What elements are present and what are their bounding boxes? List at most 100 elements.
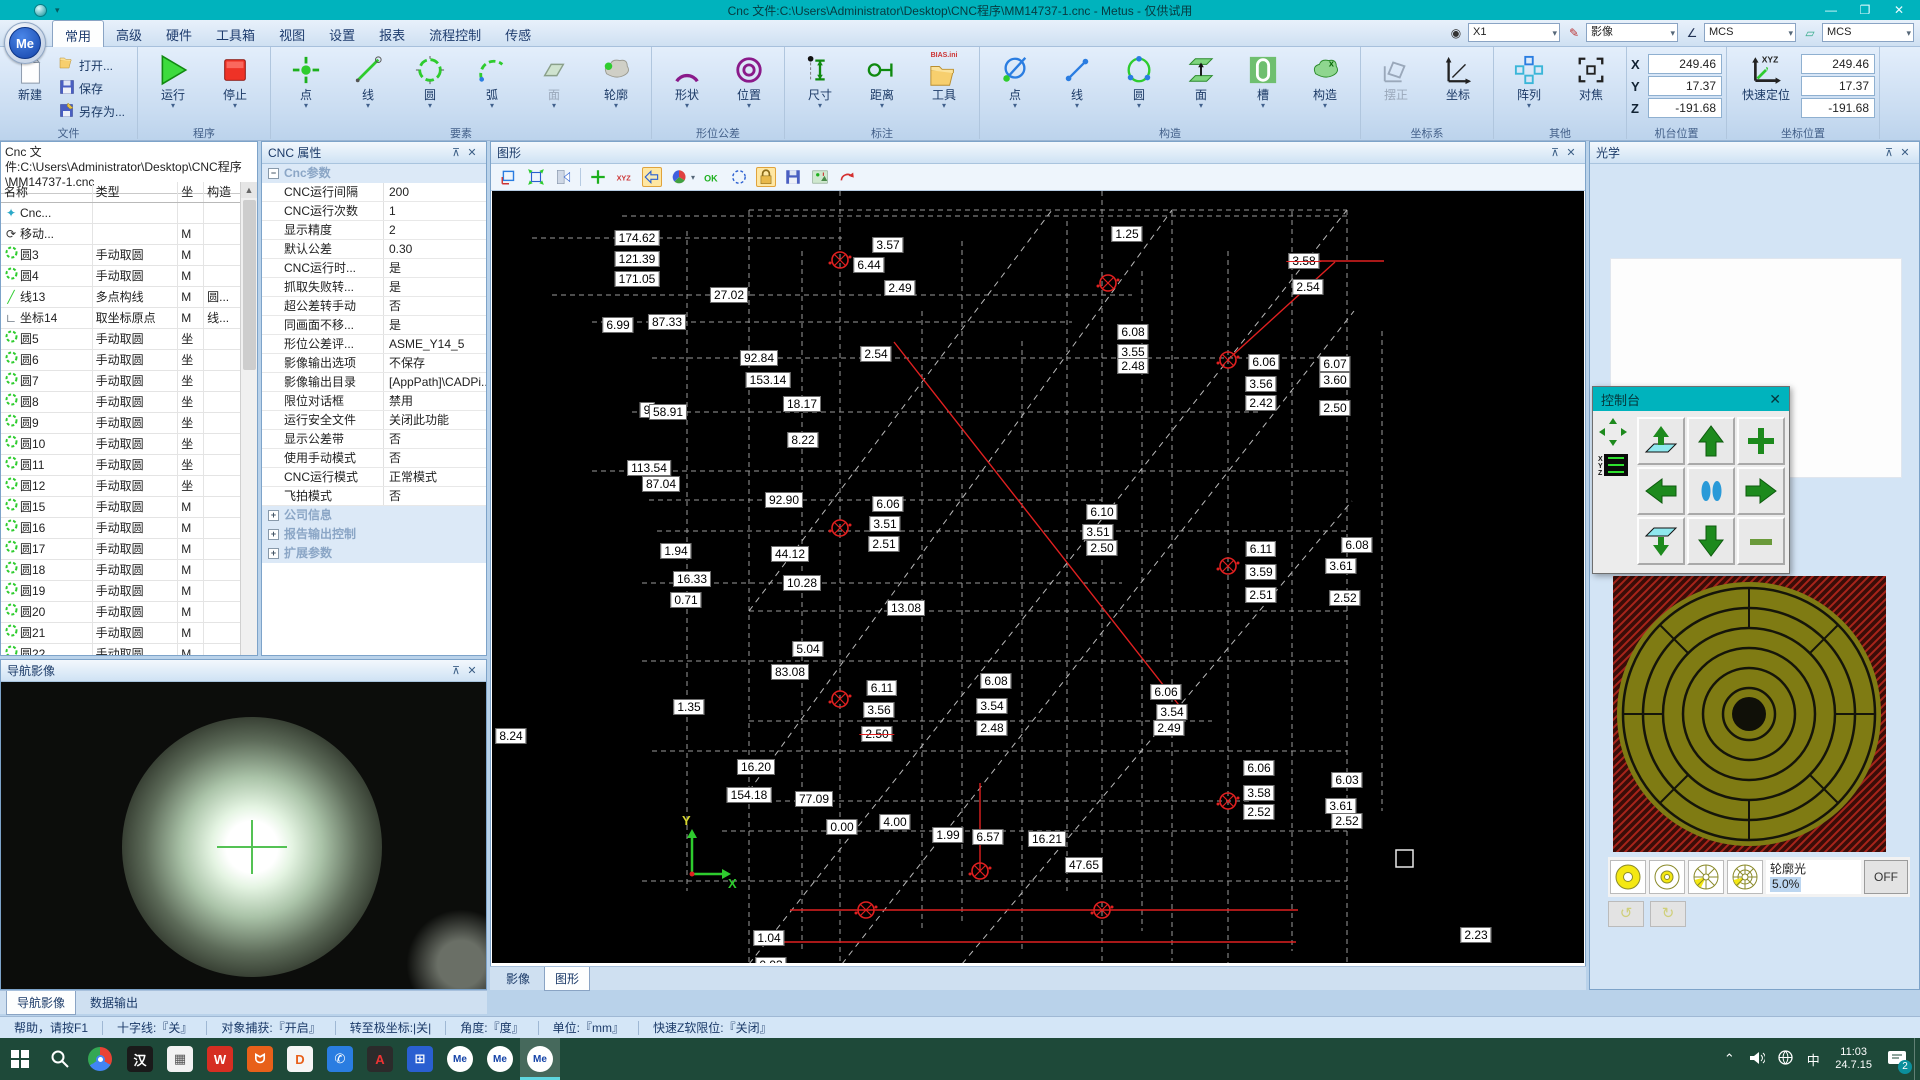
section-报告输出控制[interactable]: +报告输出控制 [262, 525, 486, 544]
table-row[interactable]: ✦Cnc... [1, 203, 240, 224]
toolbar-lock-icon[interactable] [756, 167, 776, 187]
taskbar-chrome-icon[interactable] [80, 1038, 120, 1080]
quick-combo-4[interactable]: ▱MCS [1802, 23, 1914, 42]
ribbon-button-圆[interactable]: 圆▾ [1108, 50, 1170, 110]
pin-icon[interactable]: ⊼ [448, 146, 464, 159]
dropdown-arrow-icon[interactable]: ▾ [984, 102, 1046, 110]
ring-light-inner-button[interactable] [1649, 860, 1685, 894]
table-row[interactable]: 圆6手动取圆坐 [1, 350, 240, 371]
toolbar-xyztxt-icon[interactable]: XYZ [615, 167, 635, 187]
dropdown-arrow-icon[interactable]: ▾ [1498, 102, 1560, 110]
property-row[interactable]: CNC运行时...是 [262, 259, 486, 278]
toolbar-dcircle-icon[interactable] [729, 167, 749, 187]
ribbon-button-对焦[interactable]: 对焦 [1560, 50, 1622, 102]
network-globe-icon[interactable] [1771, 1050, 1799, 1068]
app-menu-button[interactable]: Me [4, 22, 46, 64]
combo-value[interactable]: MCS [1822, 23, 1914, 42]
ribbon-tab-3[interactable]: 硬件 [154, 20, 204, 48]
property-row[interactable]: 飞拍模式否 [262, 487, 486, 506]
ribbon-button-摆正[interactable]: 摆正 [1365, 50, 1427, 102]
column-header-4[interactable]: 构造 [204, 182, 240, 202]
jog-z-up-button[interactable] [1637, 417, 1685, 465]
ribbon-button-弧[interactable]: 弧▾ [461, 50, 523, 110]
ribbon-button-面[interactable]: 面▾ [523, 50, 585, 110]
show-desktop-button[interactable] [1914, 1038, 1920, 1080]
table-row[interactable]: 圆8手动取圆坐 [1, 392, 240, 413]
table-row[interactable]: 圆22手动取圆M [1, 644, 240, 655]
dropdown-arrow-icon[interactable]: ▾ [851, 102, 913, 110]
taskbar-app-icon-11[interactable]: ⊞ [400, 1038, 440, 1080]
taskbar-metus-icon[interactable]: Me [480, 1038, 520, 1080]
dropdown-arrow-icon[interactable]: ▾ [585, 102, 647, 110]
ribbon-button-工具[interactable]: BIAS.ini工具▾ [913, 50, 975, 110]
table-row[interactable]: 圆15手动取圆M [1, 497, 240, 518]
pause-button[interactable] [1687, 467, 1735, 515]
dropdown-arrow-icon[interactable]: ▾ [204, 102, 266, 110]
property-value[interactable]: 否 [384, 449, 486, 467]
toolbar-wheel-icon[interactable] [669, 167, 689, 187]
pin-icon[interactable]: ⊼ [1547, 146, 1563, 159]
property-row[interactable]: 显示公差带否 [262, 430, 486, 449]
segment-light-button[interactable] [1688, 860, 1724, 894]
dropdown-arrow-icon[interactable]: ▾ [523, 102, 585, 110]
ribbon-tab-5[interactable]: 视图 [267, 20, 317, 48]
speed-minus-button[interactable] [1737, 517, 1785, 565]
jog-y-down-button[interactable] [1687, 517, 1735, 565]
property-value[interactable]: [AppPath]\CADPi... [384, 373, 486, 391]
toolbar-ok-icon[interactable]: OK [702, 167, 722, 187]
section-公司信息[interactable]: +公司信息 [262, 506, 486, 525]
dropdown-arrow-icon[interactable]: ▾ [142, 102, 204, 110]
ribbon-button-槽[interactable]: 槽▾ [1232, 50, 1294, 110]
dropdown-arrow-icon[interactable]: ▾ [1232, 102, 1294, 110]
toolbar-plus-icon[interactable] [588, 167, 608, 187]
ribbon-button-打开...[interactable]: 打开... [56, 55, 128, 76]
taskbar-app-icon-9[interactable]: ✆ [320, 1038, 360, 1080]
property-row[interactable]: 形位公差评...ASME_Y14_5 [262, 335, 486, 354]
table-row[interactable]: 圆12手动取圆坐 [1, 476, 240, 497]
property-value[interactable]: 不保存 [384, 354, 486, 372]
dropdown-arrow-icon[interactable]: ▾ [691, 173, 695, 182]
dropdown-arrow-icon[interactable]: ▾ [1170, 102, 1232, 110]
table-row[interactable]: ╱线13多点构线M圆... [1, 287, 240, 308]
table-row[interactable]: ⟳移动...M [1, 224, 240, 245]
toolbar-gsave-icon[interactable] [783, 167, 803, 187]
property-value[interactable]: 是 [384, 278, 486, 296]
property-row[interactable]: CNC运行模式正常模式 [262, 468, 486, 487]
ribbon-tab-2[interactable]: 高级 [104, 20, 154, 48]
property-row[interactable]: 限位对话框禁用 [262, 392, 486, 411]
dropdown-arrow-icon[interactable]: ▾ [1108, 102, 1170, 110]
dropdown-arrow-icon[interactable]: ▾ [399, 102, 461, 110]
dropdown-arrow-icon[interactable]: ▾ [789, 102, 851, 110]
property-value[interactable]: 否 [384, 487, 486, 505]
dropdown-arrow-icon[interactable]: ▾ [1294, 102, 1356, 110]
table-row[interactable]: 圆18手动取圆M [1, 560, 240, 581]
dock-tab-图形[interactable]: 图形 [544, 967, 590, 991]
maximize-button[interactable]: ❐ [1848, 1, 1882, 19]
pin-icon[interactable]: ⊼ [1881, 146, 1897, 159]
toolbar-flip-icon[interactable] [553, 167, 573, 187]
property-row[interactable]: 默认公差0.30 [262, 240, 486, 259]
dropdown-arrow-icon[interactable]: ▾ [656, 102, 718, 110]
ribbon-tab-4[interactable]: 工具箱 [204, 20, 267, 48]
close-icon[interactable]: ✕ [1897, 146, 1913, 159]
light-off-button[interactable]: OFF [1864, 860, 1908, 894]
combo-value[interactable]: MCS [1704, 23, 1796, 42]
table-row[interactable]: 圆9手动取圆坐 [1, 413, 240, 434]
property-value[interactable]: ASME_Y14_5 [384, 335, 486, 353]
ribbon-button-保存[interactable]: 保存 [56, 78, 128, 99]
property-row[interactable]: 抓取失败转...是 [262, 278, 486, 297]
section-扩展参数[interactable]: +扩展参数 [262, 544, 486, 563]
ribbon-button-线[interactable]: 线▾ [1046, 50, 1108, 110]
ribbon-button-距离[interactable]: 距离▾ [851, 50, 913, 110]
dock-tab-影像[interactable]: 影像 [496, 967, 540, 990]
ribbon-button-点[interactable]: 点▾ [275, 50, 337, 110]
ribbon-tab-6[interactable]: 设置 [317, 20, 367, 48]
quick-combo-2[interactable]: ✎影像 [1566, 23, 1678, 42]
table-row[interactable]: 圆19手动取圆M [1, 581, 240, 602]
table-row[interactable]: 圆21手动取圆M [1, 623, 240, 644]
rotate-ccw-button[interactable]: ↺ [1608, 901, 1644, 927]
ribbon-tab-7[interactable]: 报表 [367, 20, 417, 48]
ribbon-tab-9[interactable]: 传感 [493, 20, 543, 48]
dropdown-arrow-icon[interactable]: ▾ [337, 102, 399, 110]
dropdown-arrow-icon[interactable]: ▾ [718, 102, 780, 110]
